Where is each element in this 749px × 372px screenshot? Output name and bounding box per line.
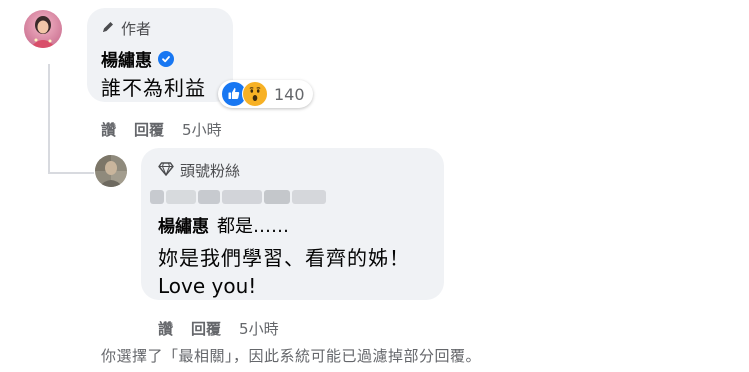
verified-badge-icon <box>158 50 174 67</box>
reactions-summary[interactable]: 140 <box>218 80 313 108</box>
reply-text-line2: 妳是我們學習、看齊的姊！ <box>158 246 410 270</box>
reply-timestamp[interactable]: 5小時 <box>239 318 279 339</box>
reply-avatar[interactable] <box>95 155 127 187</box>
reply-mention[interactable]: 楊繡惠 <box>158 212 209 237</box>
like-button[interactable]: 讚 <box>101 119 116 140</box>
top-fan-badge-label: 頭號粉絲 <box>180 162 241 180</box>
reply-text-line1: 都是…… <box>217 216 289 237</box>
reply-first-line: 楊繡惠 都是…… <box>158 212 289 238</box>
filter-notice: 你選擇了「最相關」，因此系統可能已過濾掉部分回覆。 <box>101 347 482 365</box>
avatar[interactable] <box>24 10 62 48</box>
profile-photo-icon <box>24 10 62 48</box>
redacted-text <box>150 186 330 208</box>
thread-connector-vertical <box>48 64 50 174</box>
comment-actions: 讚 回覆 5小時 <box>101 119 222 140</box>
author-badge: 作者 <box>101 18 151 39</box>
pencil-icon <box>101 20 115 38</box>
reply-button[interactable]: 回覆 <box>134 119 164 140</box>
comment-text: 誰不為利益 <box>101 76 206 100</box>
author-badge-label: 作者 <box>121 20 152 38</box>
thread-connector-horizontal <box>48 172 94 174</box>
reply-like-button[interactable]: 讚 <box>158 318 173 339</box>
reactions-count: 140 <box>274 84 305 104</box>
reply-reply-button[interactable]: 回覆 <box>191 318 221 339</box>
profile-photo-icon <box>95 155 127 187</box>
diamond-icon <box>158 161 174 180</box>
comment-author-name[interactable]: 楊繡惠 <box>101 46 152 71</box>
reply-actions: 讚 回覆 5小時 <box>158 318 279 339</box>
comment-timestamp[interactable]: 5小時 <box>182 119 222 140</box>
wow-icon <box>242 81 268 107</box>
reply-text-line3: Love you! <box>158 274 257 298</box>
top-fan-badge: 頭號粉絲 <box>158 160 240 181</box>
comment-author-row: 楊繡惠 <box>101 46 174 71</box>
